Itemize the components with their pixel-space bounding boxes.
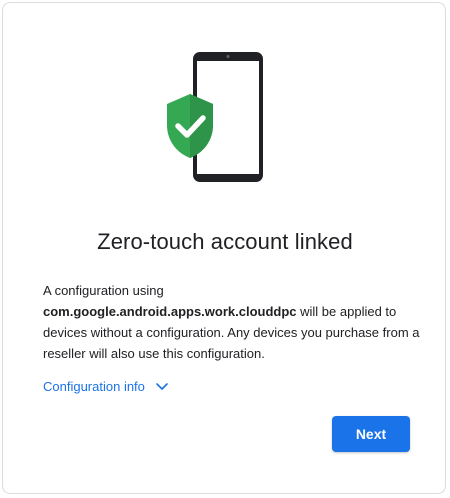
description-prefix: A configuration using <box>43 283 164 298</box>
zero-touch-dialog: Zero-touch account linked A configuratio… <box>2 2 446 494</box>
next-button[interactable]: Next <box>332 416 410 452</box>
chevron-down-icon <box>156 382 168 390</box>
phone-shield-illustration <box>167 52 263 182</box>
configuration-info-label: Configuration info <box>43 379 145 394</box>
configuration-info-toggle[interactable]: Configuration info <box>43 379 169 394</box>
dialog-title: Zero-touch account linked <box>97 229 353 254</box>
dialog-description: A configuration using com.google.android.… <box>43 280 423 364</box>
package-name: com.google.android.apps.work.clouddpc <box>43 304 297 319</box>
